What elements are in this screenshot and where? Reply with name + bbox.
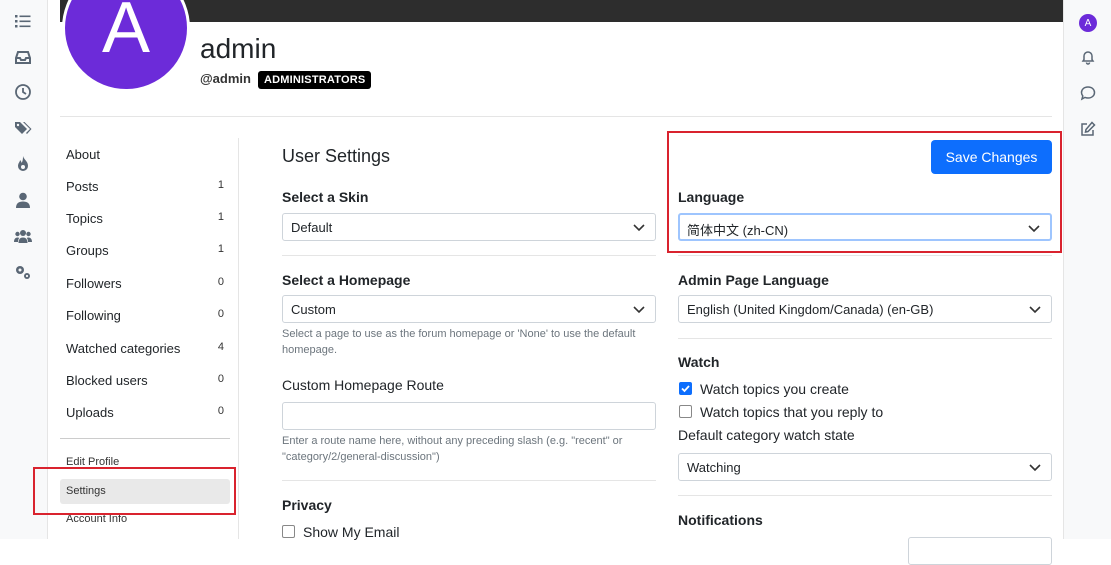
divider [282, 255, 656, 256]
highlight-box-settings [33, 467, 236, 515]
clock-icon[interactable] [14, 83, 32, 101]
skin-select[interactable]: Default [282, 213, 656, 241]
show-email-checkbox[interactable] [282, 525, 295, 538]
nav-count: 0 [217, 276, 224, 288]
custom-route-label: Custom Homepage Route [282, 377, 444, 393]
right-sidebar: A [1063, 0, 1111, 539]
nav-count: 0 [217, 308, 224, 320]
profile-username: @admin [200, 71, 251, 86]
privacy-label: Privacy [282, 497, 332, 513]
watch-reply-label: Watch topics that you reply to [700, 404, 884, 420]
nav-item-groups[interactable]: Groups 1 [60, 236, 232, 264]
homepage-help: Select a page to use as the forum homepa… [282, 328, 636, 356]
nav-item-about[interactable]: About [60, 140, 232, 168]
watch-reply-checkbox[interactable] [679, 405, 692, 418]
nav-item-following[interactable]: Following 0 [60, 301, 232, 329]
checkmark-icon [681, 385, 690, 393]
nav-item-uploads[interactable]: Uploads 0 [60, 398, 232, 426]
show-email-label: Show My Email [303, 524, 400, 540]
user-avatar-mini[interactable]: A [1079, 14, 1097, 32]
custom-route-help: Enter a route name here, without any pre… [282, 435, 623, 463]
notifications-label: Notifications [678, 512, 763, 528]
nav-label: About [66, 147, 100, 162]
notifications-select[interactable] [908, 537, 1052, 565]
chevron-down-icon [633, 306, 645, 314]
chevron-down-icon [1029, 464, 1041, 472]
nav-label: Watched categories [66, 341, 181, 356]
nav-label: Blocked users [66, 373, 148, 388]
nav-label: Posts [66, 179, 99, 194]
nav-item-watched-categories[interactable]: Watched categories 4 [60, 334, 232, 362]
chevron-down-icon [1029, 306, 1041, 314]
select-value: English (United Kingdom/Canada) (en-GB) [687, 302, 934, 317]
watch-create-label: Watch topics you create [700, 381, 849, 397]
divider [60, 116, 1052, 117]
select-value: Custom [291, 302, 336, 317]
admin-language-label: Admin Page Language [678, 272, 829, 288]
highlight-box-language [667, 131, 1062, 253]
divider [678, 495, 1052, 496]
gears-icon[interactable] [14, 263, 32, 281]
nav-count: 1 [217, 179, 224, 191]
select-value: Watching [687, 460, 741, 475]
page-title: User Settings [282, 146, 391, 166]
left-sidebar [0, 0, 48, 539]
nav-label: Followers [66, 276, 122, 291]
divider [238, 138, 239, 539]
homepage-select[interactable]: Custom [282, 295, 656, 323]
chat-icon[interactable] [1080, 85, 1096, 101]
profile-avatar: A [62, 0, 190, 92]
nav-count: 1 [217, 211, 224, 223]
nav-label: Topics [66, 211, 103, 226]
profile-display-name: admin [200, 33, 277, 64]
default-watch-state-select[interactable]: Watching [678, 453, 1052, 481]
nav-item-blocked-users[interactable]: Blocked users 0 [60, 366, 232, 394]
custom-route-input[interactable] [282, 402, 656, 430]
group-badge[interactable]: ADMINISTRATORS [258, 71, 372, 89]
nav-count: 0 [217, 373, 224, 385]
users-icon[interactable] [14, 227, 32, 245]
list-icon[interactable] [14, 12, 32, 30]
nav-label: Groups [66, 243, 109, 258]
user-icon[interactable] [14, 191, 32, 209]
inbox-icon[interactable] [14, 48, 32, 66]
nav-count: 0 [217, 405, 224, 417]
divider [282, 480, 656, 481]
default-watch-state-label: Default category watch state [678, 427, 855, 443]
divider [678, 338, 1052, 339]
nav-count: 1 [217, 243, 224, 255]
compose-icon[interactable] [1080, 121, 1096, 137]
admin-language-select[interactable]: English (United Kingdom/Canada) (en-GB) [678, 295, 1052, 323]
nav-item-topics[interactable]: Topics 1 [60, 204, 232, 232]
fire-icon[interactable] [14, 155, 32, 173]
nav-label: Uploads [66, 405, 114, 420]
chevron-down-icon [633, 224, 645, 232]
nav-count: 4 [217, 341, 224, 353]
nav-label: Following [66, 308, 121, 323]
skin-label: Select a Skin [282, 189, 369, 205]
watch-label: Watch [678, 354, 720, 370]
bell-icon[interactable] [1080, 49, 1096, 65]
tags-icon[interactable] [14, 119, 32, 137]
divider [60, 438, 230, 439]
homepage-label: Select a Homepage [282, 272, 411, 288]
divider [678, 255, 1052, 256]
watch-create-checkbox[interactable] [679, 382, 692, 395]
nav-item-posts[interactable]: Posts 1 [60, 172, 232, 200]
cover-photo [60, 0, 1063, 22]
nav-item-followers[interactable]: Followers 0 [60, 269, 232, 297]
select-value: Default [291, 220, 333, 235]
